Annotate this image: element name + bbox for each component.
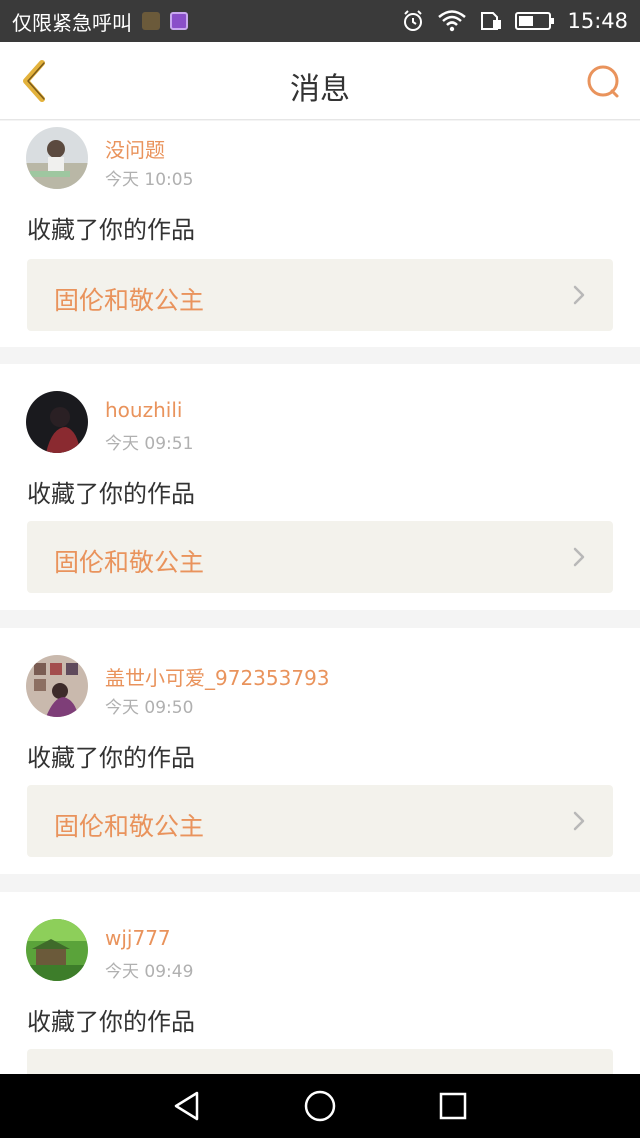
chevron-right-icon	[569, 283, 589, 307]
timestamp: 今天 09:50	[105, 698, 194, 718]
message-list[interactable]: 没问题 今天 10:05 收藏了你的作品 固伦和敬公主 houzhili 今天 …	[0, 121, 640, 1074]
username[interactable]: 盖世小可爱_972353793	[105, 662, 330, 691]
username[interactable]: wjj777	[105, 926, 171, 950]
wifi-icon	[437, 9, 467, 33]
status-bar: 仅限紧急呼叫 15:48	[0, 0, 640, 42]
system-nav-bar	[0, 1074, 640, 1138]
action-text: 收藏了你的作品	[27, 744, 195, 772]
alarm-icon	[401, 9, 425, 33]
action-text: 收藏了你的作品	[27, 480, 195, 508]
carrier-text: 仅限紧急呼叫	[12, 10, 132, 35]
circle-home-icon	[304, 1090, 336, 1122]
timestamp: 今天 09:51	[105, 434, 194, 454]
chevron-right-icon	[569, 545, 589, 569]
work-title: 固伦和敬公主	[54, 548, 205, 577]
triangle-back-icon	[174, 1091, 198, 1121]
nav-back-button[interactable]	[157, 1076, 217, 1136]
chevron-right-icon	[569, 809, 589, 833]
timestamp: 今天 09:49	[105, 962, 194, 982]
work-link[interactable]: 固伦和敬公主	[27, 259, 613, 331]
message-card: 盖世小可爱_972353793 今天 09:50 收藏了你的作品 固伦和敬公主	[0, 628, 640, 874]
username[interactable]: 没问题	[105, 134, 165, 163]
username[interactable]: houzhili	[105, 398, 182, 422]
action-text: 收藏了你的作品	[27, 1008, 195, 1036]
screen: 仅限紧急呼叫 15:48 消息 没问题 今天 10:05 收藏了你的作品 固伦和…	[0, 0, 640, 1138]
search-button[interactable]	[584, 62, 624, 102]
work-link[interactable]: 固伦和敬公主	[27, 521, 613, 593]
message-card: wjj777 今天 09:49 收藏了你的作品	[0, 892, 640, 1074]
square-recent-icon	[440, 1092, 467, 1120]
battery-icon	[515, 10, 555, 32]
sim-icon	[479, 9, 503, 33]
message-card: houzhili 今天 09:51 收藏了你的作品 固伦和敬公主	[0, 364, 640, 610]
avatar[interactable]	[26, 127, 88, 189]
action-text: 收藏了你的作品	[27, 216, 195, 244]
clock-text: 15:48	[567, 9, 628, 33]
page-title: 消息	[290, 72, 350, 107]
nav-recent-button[interactable]	[423, 1076, 483, 1136]
work-title: 固伦和敬公主	[54, 286, 205, 315]
notification-gallery-icon	[170, 12, 188, 30]
notification-app-icon	[142, 12, 160, 30]
avatar[interactable]	[26, 919, 88, 981]
timestamp: 今天 10:05	[105, 170, 194, 190]
avatar[interactable]	[26, 655, 88, 717]
avatar[interactable]	[26, 391, 88, 453]
work-link[interactable]	[27, 1049, 613, 1074]
work-title: 固伦和敬公主	[54, 812, 205, 841]
app-header: 消息	[0, 42, 640, 120]
nav-home-button[interactable]	[290, 1076, 350, 1136]
message-card: 没问题 今天 10:05 收藏了你的作品 固伦和敬公主	[0, 121, 640, 347]
status-bar-left: 仅限紧急呼叫	[12, 7, 188, 36]
status-bar-right: 15:48	[401, 9, 628, 33]
work-link[interactable]: 固伦和敬公主	[27, 785, 613, 857]
search-icon	[587, 65, 619, 98]
